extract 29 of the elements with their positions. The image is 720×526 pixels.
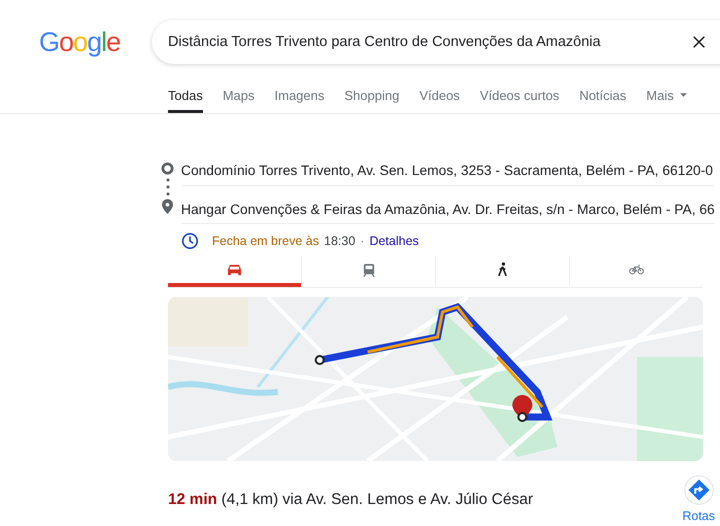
separator-dot: ·	[360, 234, 364, 248]
search-tab[interactable]: Mais	[646, 80, 687, 113]
bicycle-icon	[629, 264, 644, 275]
search-tab[interactable]: Vídeos	[419, 80, 460, 113]
pin-icon	[162, 199, 173, 214]
search-tab[interactable]: Vídeos curtos	[480, 80, 560, 113]
destination-field[interactable]: Hangar Convenções & Feiras da Amazônia, Av. Dr. Freitas, s/n - Marco, Belém - PA, 66	[181, 186, 715, 224]
origin-field[interactable]: Condomínio Torres Trivento, Av. Sen. Lemos, 3253 - Sacramenta, Belém - PA, 66120-0	[181, 158, 715, 186]
search-tab[interactable]: Maps	[222, 80, 254, 113]
directions-icon	[684, 475, 714, 505]
google-logo[interactable]: Google	[39, 28, 152, 56]
directions-button[interactable]: Rotas	[682, 475, 715, 523]
close-icon[interactable]	[692, 35, 706, 49]
route-summary: 12 min (4,1 km) via Av. Sen. Lemos e Av. Júlio César	[168, 491, 533, 509]
caret-icon	[680, 93, 687, 97]
search-tab[interactable]: Shopping	[344, 80, 400, 113]
search-field[interactable]: Distância Torres Trivento para Centro de Convenções da Amazônia	[152, 20, 720, 64]
origin-icon	[161, 162, 174, 175]
search-tab[interactable]: Notícias	[579, 80, 626, 113]
search-tab[interactable]: Imagens	[274, 80, 324, 113]
dots-icon	[166, 178, 170, 196]
train-icon	[362, 262, 374, 276]
search-tab[interactable]: Todas	[168, 80, 203, 113]
hours-status: Fecha em breve às	[212, 234, 319, 248]
walking-icon	[497, 262, 508, 277]
car-icon	[227, 263, 242, 276]
closing-time: 18:30	[324, 234, 356, 248]
clock-icon	[181, 232, 199, 250]
details-link[interactable]: Detalhes	[369, 234, 419, 248]
